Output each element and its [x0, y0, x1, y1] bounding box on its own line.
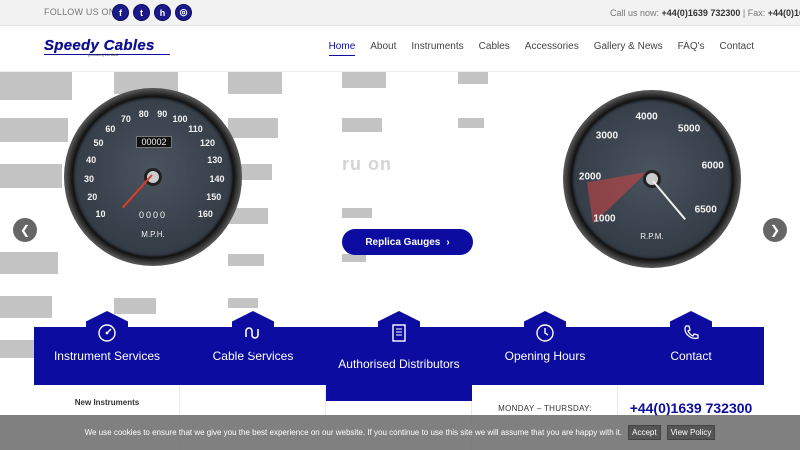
- cookie-text: We use cookies to ensure that we give yo…: [84, 428, 623, 437]
- gauge-tick-label: 5000: [677, 123, 701, 135]
- contact-phone[interactable]: +44(0)1639 732300: [618, 400, 764, 416]
- nav-home[interactable]: Home: [328, 41, 356, 56]
- cookie-accept-button[interactable]: Accept: [628, 425, 661, 440]
- gauge-tick-label: 4000: [635, 111, 658, 123]
- slide-stripe: [0, 164, 62, 188]
- hero-title: ru on: [342, 154, 392, 174]
- chevron-right-icon: ❯: [769, 223, 781, 237]
- slider-next-button[interactable]: ❯: [763, 218, 787, 242]
- slide-stripe: [342, 208, 372, 218]
- gauge-tick-label: 10: [95, 208, 106, 219]
- slide-stripe: [114, 298, 156, 314]
- odometer: 00002: [136, 136, 172, 148]
- nav-gallery-news[interactable]: Gallery & News: [594, 41, 663, 56]
- nav-about[interactable]: About: [370, 41, 396, 56]
- slide-stripe: [342, 254, 366, 262]
- service-label: Authorised Distributors: [338, 356, 460, 371]
- slide-stripe: [228, 254, 264, 266]
- trip-meter: 0000: [138, 210, 168, 220]
- phone-link[interactable]: +44(0)1639 732300: [662, 8, 741, 18]
- follow-us-label: FOLLOW US ON:: [44, 7, 119, 17]
- site-header: Speedy Cables (London) Limited Home Abou…: [0, 26, 800, 72]
- houzz-icon[interactable]: h: [154, 4, 171, 21]
- gauge-tick-label: 60: [105, 124, 116, 135]
- nav-cables[interactable]: Cables: [479, 41, 510, 56]
- replica-gauges-button[interactable]: Replica Gauges ›: [342, 229, 473, 255]
- speedometer-gauge: 10 20 30 40 50 60 70 80 90 100 110 120 130 140 150 160 …: [64, 88, 242, 266]
- instagram-icon[interactable]: ◎: [175, 4, 192, 21]
- gauge-tick-label: 40: [86, 155, 97, 166]
- replica-gauges-label: Replica Gauges: [365, 236, 441, 248]
- slide-stripe: [228, 298, 258, 308]
- nav-accessories[interactable]: Accessories: [525, 41, 579, 56]
- gauge-tick-label: 90: [157, 108, 168, 119]
- gauge-tick-label: 2000: [578, 171, 602, 183]
- gauge-tick-label: 1000: [593, 213, 616, 225]
- main-nav: Home About Instruments Cables Accessorie…: [328, 41, 754, 56]
- twitter-icon[interactable]: t: [133, 4, 150, 21]
- logo-subtitle: (London) Limited: [88, 52, 119, 57]
- slide-stripe: [0, 118, 68, 142]
- nav-instruments[interactable]: Instruments: [411, 41, 463, 56]
- gauge-tick-label: 100: [172, 113, 188, 124]
- gauge-tick-label: 80: [138, 108, 149, 119]
- speedometer-unit: M.P.H.: [141, 230, 165, 239]
- gauge-tick-label: 130: [207, 155, 223, 166]
- top-bar: FOLLOW US ON: f t h ◎ Call us now: +44(0…: [0, 0, 800, 26]
- fax-number: +44(0)163: [767, 8, 800, 18]
- nav-contact[interactable]: Contact: [720, 41, 754, 56]
- gauge-tick-label: 3000: [595, 130, 619, 142]
- chevron-left-icon: ❮: [19, 223, 31, 237]
- gauge-tick-label: 110: [188, 124, 203, 135]
- gauge-tick-label: 6000: [701, 160, 724, 172]
- slider-prev-button[interactable]: ❮: [13, 218, 37, 242]
- call-label: Call us now:: [610, 8, 660, 18]
- slide-stripe: [228, 118, 278, 138]
- cookie-banner: We use cookies to ensure that we give yo…: [0, 415, 800, 450]
- facebook-icon[interactable]: f: [112, 4, 129, 21]
- gauge-tick-label: 150: [206, 192, 222, 203]
- service-sublink[interactable]: New Instruments: [34, 398, 180, 407]
- hours-label: MONDAY – THURSDAY:: [498, 404, 592, 413]
- gauge-tick-label: 30: [84, 173, 95, 184]
- slide-stripe: [0, 296, 52, 318]
- gauge-tick-label: 70: [120, 113, 131, 124]
- gauge-tick-label: 50: [93, 138, 104, 149]
- gauge-tick-label: 6500: [694, 204, 717, 216]
- gauge-tick-label: 20: [87, 192, 98, 203]
- slide-stripe: [0, 252, 58, 274]
- fax-label: Fax:: [747, 8, 766, 18]
- social-links: f t h ◎: [112, 4, 192, 21]
- nav-faqs[interactable]: FAQ's: [678, 41, 705, 56]
- chevron-right-icon: ›: [446, 236, 450, 248]
- logo[interactable]: Speedy Cables (London) Limited: [44, 37, 170, 57]
- slide-stripe: [342, 118, 382, 132]
- gauge-tick-label: 140: [209, 173, 225, 184]
- slide-stripe: [458, 118, 484, 128]
- slide-stripe: [458, 72, 488, 84]
- slide-stripe: [228, 72, 282, 94]
- cookie-policy-button[interactable]: View Policy: [666, 425, 716, 440]
- tachometer-gauge: 6500 6000 5000 4000 3000 2000 1000 R.P.M.: [563, 90, 741, 268]
- needle-hub: [144, 168, 162, 186]
- gauge-tick-label: 160: [197, 208, 213, 219]
- tachometer-unit: R.P.M.: [640, 232, 664, 241]
- slide-stripe: [342, 72, 386, 88]
- contact-strip: Call us now: +44(0)1639 732300 | Fax: +4…: [610, 8, 800, 18]
- gauge-tick-label: 120: [199, 138, 215, 149]
- slide-stripe: [0, 72, 72, 100]
